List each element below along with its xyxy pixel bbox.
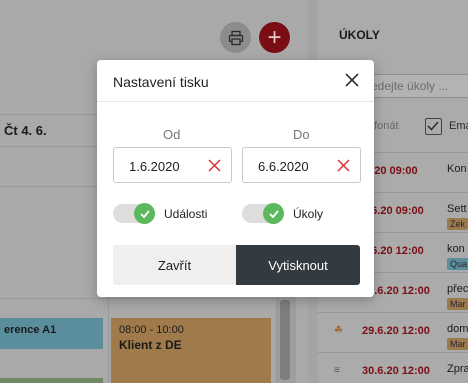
task-date: 30.6.20 12:00 bbox=[362, 365, 430, 377]
task-tag: Mar bbox=[447, 298, 468, 310]
task-tag: Qua bbox=[447, 258, 468, 270]
from-date-field[interactable]: 1.6.2020 bbox=[113, 147, 232, 183]
tasks-toggle[interactable] bbox=[242, 203, 284, 224]
scrollbar-thumb[interactable] bbox=[280, 300, 290, 380]
from-label: Od bbox=[163, 127, 181, 142]
task-tag: Mar bbox=[447, 338, 468, 350]
print-submit-button[interactable]: Vytisknout bbox=[236, 245, 360, 285]
list-icon: ≡ bbox=[334, 365, 340, 376]
filter-email-label: Ema bbox=[449, 120, 468, 132]
task-title: Sett bbox=[447, 203, 467, 215]
event-title: erence A1 bbox=[4, 324, 57, 336]
clear-icon[interactable] bbox=[208, 159, 221, 172]
task-item[interactable]: ≡ 30.6.20 12:00 Zpra bbox=[318, 352, 468, 383]
day-label: Čt 4. 6. bbox=[4, 123, 47, 138]
print-button[interactable] bbox=[220, 22, 251, 53]
calendar-event[interactable] bbox=[0, 378, 103, 383]
events-toggle[interactable] bbox=[113, 203, 155, 224]
check-icon bbox=[139, 209, 150, 218]
printer-icon bbox=[228, 30, 243, 45]
to-label: Do bbox=[293, 127, 310, 142]
events-toggle-label: Události bbox=[164, 207, 208, 221]
close-button[interactable]: Zavřít bbox=[113, 245, 236, 285]
from-date-value: 1.6.2020 bbox=[129, 159, 180, 174]
tasks-title: ÚKOLY bbox=[339, 28, 380, 42]
plus-icon: + bbox=[267, 24, 282, 51]
dialog-title: Nastavení tisku bbox=[113, 74, 209, 90]
tasks-toggle-label: Úkoly bbox=[293, 207, 324, 221]
people-icon: ☘ bbox=[334, 325, 343, 336]
to-date-value: 6.6.2020 bbox=[258, 159, 309, 174]
add-button[interactable]: + bbox=[259, 22, 290, 53]
task-title: Kon bbox=[447, 163, 467, 175]
task-title: Zpra bbox=[447, 363, 468, 375]
task-item[interactable]: ☘ 29.6.20 12:00 dom Mar bbox=[318, 312, 468, 352]
task-tag: Zek bbox=[447, 218, 468, 230]
row-divider bbox=[0, 298, 296, 299]
toggle-knob bbox=[134, 203, 155, 224]
print-settings-dialog: Nastavení tisku Od Do 1.6.2020 6.6.2020 … bbox=[97, 60, 374, 297]
dialog-header: Nastavení tisku bbox=[97, 60, 374, 102]
filter-email-checkbox[interactable] bbox=[425, 118, 442, 135]
task-title: přec bbox=[447, 283, 468, 295]
tasks-search-input[interactable]: edejte úkoly ... bbox=[362, 74, 468, 98]
event-time: 08:00 - 10:00 bbox=[119, 324, 184, 336]
clear-icon[interactable] bbox=[337, 159, 350, 172]
to-date-field[interactable]: 6.6.2020 bbox=[242, 147, 361, 183]
task-date: 29.6.20 12:00 bbox=[362, 325, 430, 337]
event-title: Klient z DE bbox=[119, 338, 182, 352]
task-title: kon bbox=[447, 243, 465, 255]
calendar-event[interactable]: 08:00 - 10:00 Klient z DE bbox=[111, 318, 271, 383]
close-icon[interactable] bbox=[344, 72, 360, 88]
calendar-event[interactable]: erence A1 bbox=[0, 318, 103, 349]
task-title: dom bbox=[447, 323, 468, 335]
check-icon bbox=[268, 209, 279, 218]
check-icon bbox=[427, 121, 439, 131]
toggle-knob bbox=[263, 203, 284, 224]
